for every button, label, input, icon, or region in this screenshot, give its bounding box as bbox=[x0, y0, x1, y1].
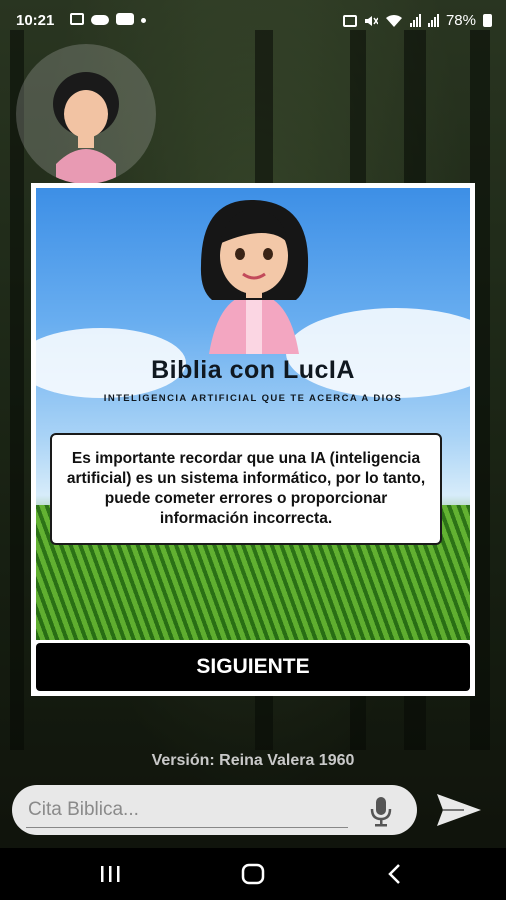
back-icon[interactable] bbox=[384, 863, 406, 885]
wifi-icon bbox=[385, 14, 402, 27]
banner-image: Biblia con LucIA INTELIGENCIA ARTIFICIAL… bbox=[36, 188, 470, 640]
ai-disclaimer: Es importante recordar que una IA (intel… bbox=[50, 433, 442, 545]
microphone-icon[interactable] bbox=[368, 795, 394, 827]
woman-avatar-icon bbox=[53, 72, 119, 184]
dot-icon bbox=[141, 18, 146, 23]
alarm-icon bbox=[342, 14, 357, 27]
signal-icon-2 bbox=[427, 14, 439, 27]
assistant-avatar[interactable] bbox=[16, 44, 156, 184]
signal-icon bbox=[409, 14, 421, 27]
lucia-avatar-icon bbox=[200, 199, 309, 354]
mute-icon bbox=[364, 15, 378, 26]
battery-icon bbox=[483, 14, 492, 27]
status-bar: 10:21 78% bbox=[0, 0, 506, 40]
recent-apps-icon[interactable] bbox=[98, 863, 124, 885]
gallery-icon bbox=[70, 13, 84, 25]
verse-search-bar bbox=[12, 785, 417, 835]
app-tagline: INTELIGENCIA ARTIFICIAL QUE TE ACERCA A … bbox=[103, 393, 403, 404]
verse-search-input[interactable] bbox=[26, 793, 348, 828]
cloud-icon bbox=[91, 15, 109, 25]
youtube-icon bbox=[116, 13, 134, 25]
home-icon[interactable] bbox=[240, 863, 266, 885]
bible-version-label: Versión: Reina Valera 1960 bbox=[151, 752, 355, 769]
system-navigation-bar bbox=[0, 848, 506, 900]
next-button[interactable]: SIGUIENTE bbox=[36, 643, 470, 691]
app-title: Biblia con LucIA bbox=[151, 356, 355, 384]
status-time: 10:21 bbox=[16, 12, 55, 29]
welcome-dialog: Biblia con LucIA INTELIGENCIA ARTIFICIAL… bbox=[31, 183, 475, 696]
battery-percent: 78% bbox=[445, 12, 476, 29]
send-icon[interactable] bbox=[434, 790, 484, 830]
